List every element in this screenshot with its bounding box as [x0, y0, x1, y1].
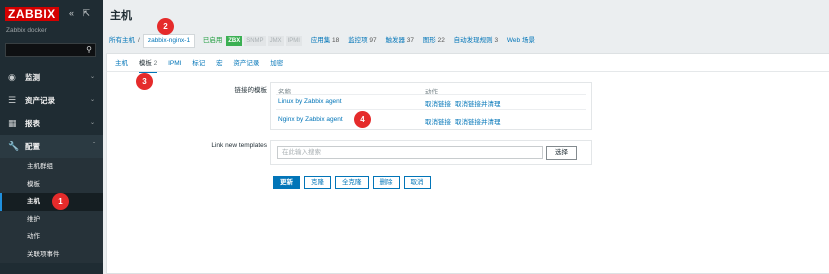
nav-count: 18 [332, 37, 340, 44]
submenu-maintenance[interactable]: 维护 [0, 211, 103, 229]
nav-web-scenarios[interactable]: Web 场景 [507, 37, 535, 44]
template-link-linux[interactable]: Linux by Zabbix agent [278, 98, 342, 105]
linked-templates-label: 链接的模板 [234, 87, 268, 94]
delete-button[interactable]: 删除 [372, 176, 400, 189]
list-icon: ☰ [8, 95, 17, 105]
form-buttons: 更新 克隆 全克隆 删除 取消 [273, 176, 435, 189]
row-divider [276, 94, 586, 95]
submenu-event-correlation[interactable]: 关联项事件 [0, 246, 103, 264]
menu-item-label: 报表 [25, 119, 40, 128]
nav-discovery-rules[interactable]: 自动发现规则 3 [454, 37, 498, 44]
tab-label: 模板 [138, 60, 152, 67]
nav-items[interactable]: 监控项 97 [348, 37, 377, 44]
callout-2: 2 [157, 18, 174, 35]
callout-1: 1 [52, 193, 69, 210]
menu-item-configuration[interactable]: 🔧 配置 ˆ [0, 135, 103, 158]
chevron-down-icon: ⌄ [89, 97, 95, 103]
menu-item-monitoring[interactable]: ◉ 监测 ⌄ [0, 66, 103, 89]
sidebar-search-input[interactable]: ⚲ [5, 43, 96, 57]
breadcrumb-separator: / [138, 37, 140, 44]
breadcrumb: 所有主机 / zabbix-nginx-1 已启用 ZBX SNMP JMX IPMI 应… [109, 34, 535, 48]
eye-icon: ◉ [8, 72, 16, 82]
breadcrumb-all-hosts[interactable]: 所有主机 [109, 37, 135, 44]
template-search-input[interactable]: 在此输入搜索 [277, 146, 543, 159]
sidebar-controls[interactable]: « ⇱ [69, 8, 93, 19]
chevron-up-icon: ˆ [93, 143, 95, 149]
submenu-templates[interactable]: 模板 [0, 176, 103, 194]
nav-label: 自动发现规则 [453, 37, 493, 44]
nav-count: 22 [437, 37, 445, 44]
search-icon[interactable]: ⚲ [86, 45, 92, 54]
nav-label: 图形 [422, 37, 436, 44]
menu-item-label: 监测 [25, 73, 40, 82]
callout-4: 4 [354, 111, 371, 128]
tab-tags[interactable]: 标记 [192, 57, 205, 71]
nav-label: Web 场景 [506, 37, 535, 44]
nav-applications[interactable]: 应用集 18 [311, 37, 340, 44]
availability-jmx-badge: JMX [267, 36, 284, 46]
tab-macros[interactable]: 宏 [216, 57, 223, 71]
tab-ipmi[interactable]: IPMI [168, 57, 181, 71]
wrench-icon: 🔧 [8, 141, 20, 151]
server-name: Zabbix docker [6, 27, 47, 34]
zabbix-logo[interactable]: ZABBIX [5, 7, 59, 21]
select-button[interactable]: 选择 [546, 146, 577, 160]
row-divider [276, 109, 586, 110]
linked-templates-table: 名称 动作 Linux by Zabbix agent 取消链接 取消链接并清理 … [270, 82, 592, 130]
nav-count: 37 [406, 37, 414, 44]
clone-button[interactable]: 克隆 [304, 176, 331, 189]
update-button[interactable]: 更新 [273, 176, 300, 189]
status-enabled[interactable]: 已启用 [203, 37, 223, 44]
template-link-nginx[interactable]: Nginx by Zabbix agent [278, 116, 343, 123]
template-actions: 取消链接 取消链接并清理 [425, 116, 505, 126]
full-clone-button[interactable]: 全克隆 [335, 176, 369, 189]
link-new-templates-box: 在此输入搜索 选择 [270, 140, 592, 165]
tab-count: 2 [153, 60, 158, 67]
menu-item-label: 配置 [25, 142, 40, 151]
configuration-submenu: 主机群组 模板 主机 维护 动作 关联项事件 [0, 158, 103, 263]
callout-3: 3 [136, 73, 153, 90]
tab-encryption[interactable]: 加密 [270, 57, 283, 71]
menu-item-label: 资产记录 [25, 96, 55, 105]
main-content: 主机 所有主机 / zabbix-nginx-1 已启用 ZBX SNMP JMX IPM… [103, 0, 829, 274]
nav-label: 监控项 [348, 37, 368, 44]
breadcrumb-host[interactable]: zabbix-nginx-1 [142, 34, 196, 48]
host-tabs: 主机 模板 2 IPMI 标记 宏 资产记录 加密 [115, 57, 292, 73]
menu-item-inventory[interactable]: ☰ 资产记录 ⌄ [0, 89, 103, 112]
availability-snmp-badge: SNMP [244, 36, 266, 46]
nav-count: 3 [494, 37, 499, 44]
unlink-button[interactable]: 取消链接 [425, 119, 451, 126]
link-new-templates-label: Link new templates [211, 142, 267, 149]
nav-triggers[interactable]: 触发器 37 [385, 37, 414, 44]
submenu-host-groups[interactable]: 主机群组 [0, 158, 103, 176]
availability-zbx-badge: ZBX [226, 36, 243, 46]
tab-host[interactable]: 主机 [115, 57, 128, 71]
template-actions: 取消链接 取消链接并清理 [425, 98, 505, 108]
unlink-and-clear-button[interactable]: 取消链接并清理 [455, 119, 501, 126]
unlink-button[interactable]: 取消链接 [425, 101, 451, 108]
nav-label: 触发器 [385, 37, 405, 44]
unlink-and-clear-button[interactable]: 取消链接并清理 [455, 101, 501, 108]
chevron-down-icon: ⌄ [89, 120, 95, 126]
chart-icon: ▦ [8, 118, 17, 128]
sidebar: ZABBIX « ⇱ Zabbix docker ⚲ ◉ 监测 ⌄ ☰ 资产记录… [0, 0, 103, 274]
main-menu: ◉ 监测 ⌄ ☰ 资产记录 ⌄ ▦ 报表 ⌄ 🔧 配置 ˆ 主机群组 模板 主机… [0, 66, 103, 263]
menu-item-reports[interactable]: ▦ 报表 ⌄ [0, 112, 103, 135]
tab-divider [107, 71, 829, 72]
submenu-actions[interactable]: 动作 [0, 228, 103, 246]
chevron-down-icon: ⌄ [89, 74, 95, 80]
cancel-button[interactable]: 取消 [403, 176, 431, 189]
host-form-panel: 主机 模板 2 IPMI 标记 宏 资产记录 加密 链接的模板 名称 动作 Li… [106, 53, 829, 274]
nav-count: 97 [369, 37, 377, 44]
tab-inventory[interactable]: 资产记录 [233, 57, 259, 71]
availability-ipmi-badge: IPMI [285, 36, 302, 46]
page-title: 主机 [110, 10, 132, 22]
nav-label: 应用集 [310, 37, 331, 44]
nav-graphs[interactable]: 图形 22 [423, 37, 445, 44]
